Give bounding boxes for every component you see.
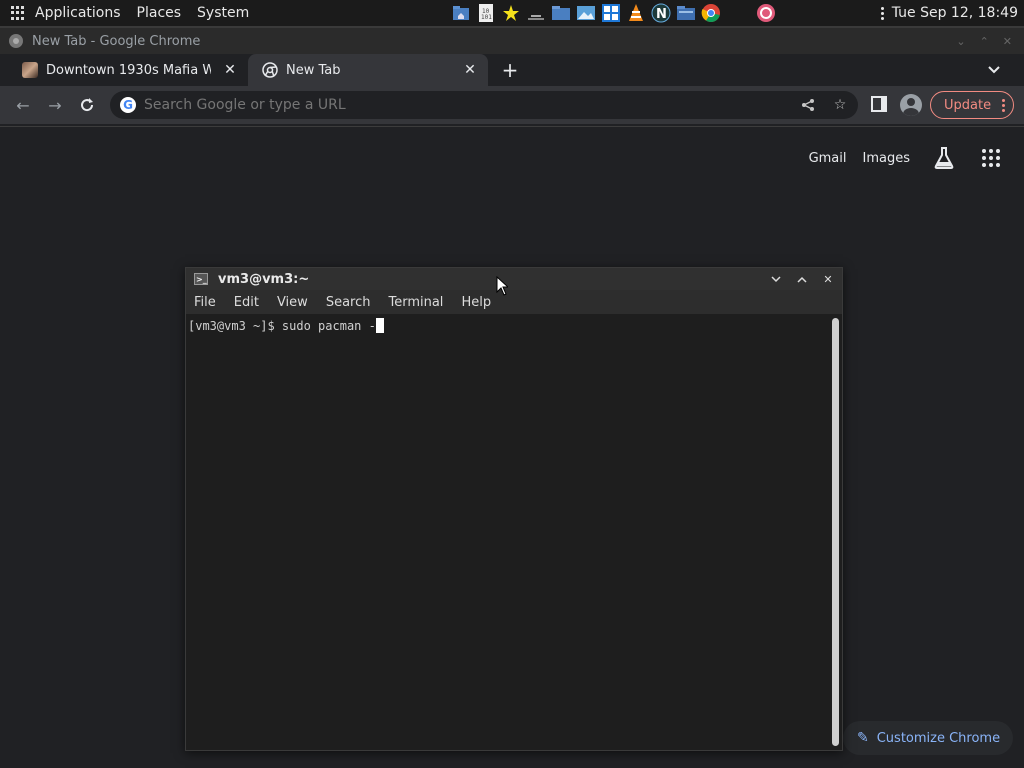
image-viewer-icon[interactable] — [575, 2, 597, 24]
terminal-window: >_ vm3@vm3:~ ✕ File Edit View Search Ter… — [185, 267, 843, 751]
new-tab-plus-icon[interactable]: + — [498, 58, 522, 82]
images-link[interactable]: Images — [863, 151, 911, 166]
places-menu[interactable]: Places — [129, 0, 190, 26]
mafia-wiki-favicon-icon — [22, 62, 38, 78]
labs-flask-icon[interactable] — [934, 147, 954, 169]
pencil-icon: ✎ — [857, 730, 869, 746]
profile-avatar-icon[interactable] — [900, 94, 922, 116]
terminal-titlebar[interactable]: >_ vm3@vm3:~ ✕ — [186, 268, 842, 290]
folder-icon[interactable] — [550, 2, 572, 24]
chrome-toolbar: ← → G ☆ Update — [0, 86, 1024, 124]
tab-mafia-wiki[interactable]: Downtown 1930s Mafia Wiki | ✕ — [8, 54, 248, 86]
tab-new-tab[interactable]: New Tab ✕ — [248, 54, 488, 86]
terminal-menu-terminal[interactable]: Terminal — [388, 295, 443, 310]
terminal-menubar: File Edit View Search Terminal Help — [186, 290, 842, 314]
clock[interactable]: Tue Sep 12, 18:49 — [892, 5, 1018, 21]
tab-close-icon[interactable]: ✕ — [222, 62, 238, 78]
windows-icon[interactable] — [600, 2, 622, 24]
tab-close-icon[interactable]: ✕ — [462, 62, 478, 78]
share-icon[interactable] — [800, 97, 816, 113]
forward-arrow-icon[interactable]: → — [43, 93, 67, 117]
chrome-menu-dots-icon — [1002, 99, 1005, 112]
chrome-title-icon — [9, 34, 23, 48]
tab-title: New Tab — [286, 62, 341, 78]
tab-search-chevron-icon[interactable] — [986, 62, 1002, 78]
customize-label: Customize Chrome — [876, 730, 1001, 746]
star-icon[interactable] — [500, 2, 522, 24]
terminal-minimize-icon[interactable] — [768, 271, 784, 287]
window-maximize-icon[interactable]: ⌃ — [980, 35, 989, 48]
chrome-icon[interactable] — [700, 2, 722, 24]
vlc-icon[interactable] — [625, 2, 647, 24]
applications-grid-icon[interactable] — [11, 6, 25, 20]
chrome-titlebar: New Tab - Google Chrome ⌄ ⌃ ✕ — [0, 28, 1024, 54]
omnibox-input[interactable] — [144, 97, 784, 113]
terminal-menu-file[interactable]: File — [194, 295, 216, 310]
svg-text:101: 101 — [481, 14, 492, 21]
system-menu[interactable]: System — [189, 0, 257, 26]
window-title: New Tab - Google Chrome — [32, 33, 201, 49]
n-app-icon[interactable]: N — [650, 2, 672, 24]
mouse-pointer-icon — [496, 276, 508, 296]
window-close-icon[interactable]: ✕ — [1003, 35, 1012, 48]
terminal-maximize-icon[interactable] — [794, 271, 810, 287]
svg-text:N: N — [656, 7, 667, 22]
update-button[interactable]: Update — [930, 91, 1014, 119]
google-g-icon: G — [120, 97, 136, 113]
terminal-prompt-line: [vm3@vm3 ~]$ sudo pacman - — [188, 319, 376, 333]
top-panel: Applications Places System 10 101 N Tue S… — [0, 0, 1024, 26]
ntp-top-links: Gmail Images — [793, 147, 1000, 169]
terminal-menu-edit[interactable]: Edit — [234, 295, 259, 310]
terminal-icon[interactable] — [525, 2, 547, 24]
terminal-title: vm3@vm3:~ — [218, 271, 310, 287]
update-label: Update — [944, 97, 992, 113]
omnibox[interactable]: G ☆ — [110, 91, 858, 119]
reload-icon[interactable] — [75, 93, 99, 117]
launcher-bar: 10 101 N — [450, 1, 777, 25]
terminal-menu-view[interactable]: View — [277, 295, 308, 310]
text-editor-icon[interactable]: 10 101 — [475, 2, 497, 24]
text-cursor — [375, 318, 384, 333]
tab-title: Downtown 1930s Mafia Wiki | — [46, 62, 211, 78]
terminal-menu-search[interactable]: Search — [326, 295, 371, 310]
bookmark-star-icon[interactable]: ☆ — [832, 97, 848, 113]
terminal-scrollbar[interactable] — [832, 318, 839, 746]
terminal-output[interactable]: [vm3@vm3 ~]$ sudo pacman - — [186, 314, 830, 750]
gmail-link[interactable]: Gmail — [809, 151, 847, 166]
terminal-menu-help[interactable]: Help — [461, 295, 491, 310]
back-arrow-icon[interactable]: ← — [11, 93, 35, 117]
terminal-title-icon: >_ — [194, 273, 208, 285]
window-minimize-icon[interactable]: ⌄ — [956, 35, 965, 48]
panel-menu-dots-icon[interactable] — [880, 6, 884, 20]
applications-menu[interactable]: Applications — [27, 0, 129, 26]
chrome-favicon-icon — [262, 62, 278, 78]
panel-clock-area: Tue Sep 12, 18:49 — [880, 0, 1018, 26]
file-manager-icon[interactable] — [675, 2, 697, 24]
debian-icon[interactable] — [755, 2, 777, 24]
terminal-close-icon[interactable]: ✕ — [820, 271, 836, 287]
tab-strip: Downtown 1930s Mafia Wiki | ✕ New Tab ✕ … — [0, 54, 1024, 86]
side-panel-icon[interactable] — [871, 96, 887, 112]
home-folder-icon[interactable] — [450, 2, 472, 24]
google-apps-icon[interactable] — [982, 149, 1000, 167]
customize-chrome-button[interactable]: ✎ Customize Chrome — [843, 721, 1013, 755]
